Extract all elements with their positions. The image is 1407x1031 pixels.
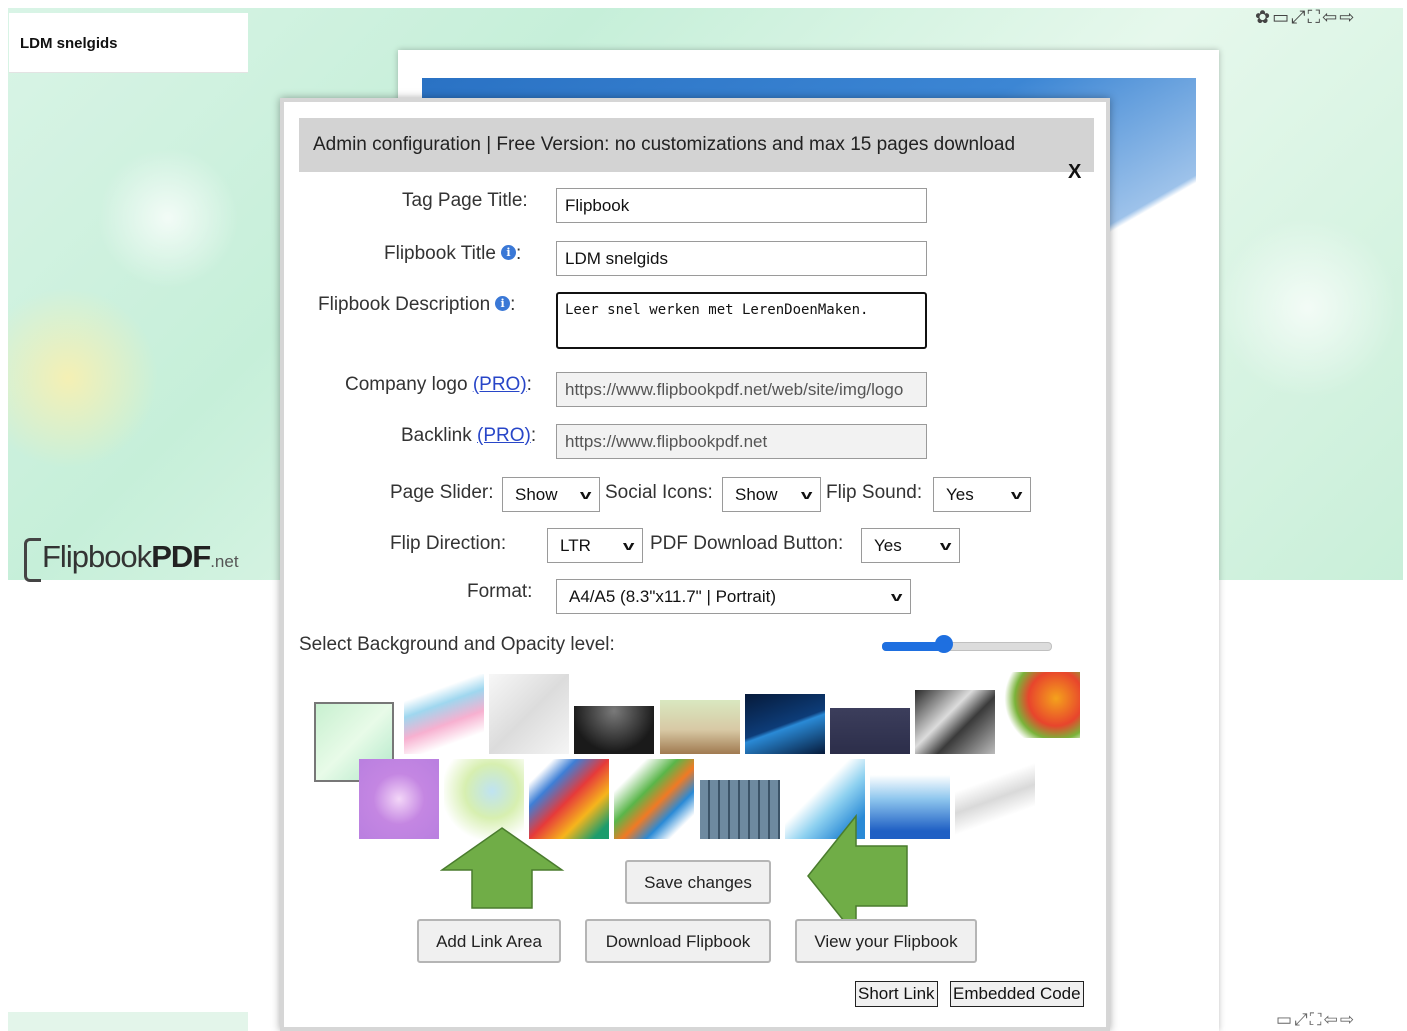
info-icon[interactable]: i: [495, 296, 511, 311]
flip-direction-value: LTR: [560, 536, 591, 555]
page-slider-value: Show: [515, 485, 558, 504]
chevron-down-icon: v: [939, 538, 952, 553]
social-icons-select[interactable]: Show v: [722, 477, 821, 512]
flip-sound-value: Yes: [946, 485, 974, 504]
background-thumbnail-mosaic-tiles[interactable]: [700, 780, 780, 839]
book-logo-icon: [24, 538, 41, 582]
tag-page-title-input[interactable]: [556, 188, 927, 223]
tag-page-title-label: Tag Page Title:: [402, 190, 528, 211]
chevron-down-icon: v: [890, 589, 903, 604]
toc-title: LDM snelgids: [20, 35, 118, 52]
pro-link[interactable]: (PRO): [477, 425, 531, 446]
page-slider-select[interactable]: Show v: [502, 477, 600, 512]
arrow-right-icon[interactable]: ⇨: [1339, 7, 1354, 27]
flipbook-description-textarea[interactable]: Leer snel werken met LerenDoenMaken.: [556, 292, 927, 349]
pdf-download-button-select[interactable]: Yes v: [861, 528, 960, 563]
flip-direction-select[interactable]: LTR v: [547, 528, 643, 563]
flipbook-description-label-text: Flipbook Description: [318, 294, 491, 315]
logo-text-suffix: .net: [210, 552, 239, 571]
background-thumbnail-grey-geometric[interactable]: [915, 690, 995, 754]
format-value: A4/A5 (8.3"x11.7" | Portrait): [569, 587, 777, 606]
background-thumbnail-wood-floor[interactable]: [660, 700, 740, 754]
viewer-bottom-strip: [8, 1012, 248, 1031]
expand-icon[interactable]: ⤢: [1291, 7, 1305, 27]
chevron-down-icon: v: [1010, 487, 1023, 502]
expand-icon[interactable]: ⤢: [1294, 1010, 1308, 1029]
viewer-top-toolbar: ✿ ▭ ⤢ ⛶ ⇦ ⇨: [1255, 7, 1356, 28]
pdf-icon[interactable]: ▭: [1276, 1010, 1292, 1029]
format-label: Format:: [467, 581, 533, 602]
arrow-right-icon[interactable]: ⇨: [1340, 1010, 1354, 1029]
flipbook-description-label: Flipbook Description i:: [318, 294, 516, 315]
opacity-slider[interactable]: [882, 635, 1052, 655]
toc-panel[interactable]: LDM snelgids: [9, 13, 248, 73]
background-thumbnail-purple-dots[interactable]: [359, 759, 439, 839]
logo-text-main: Flipbook: [42, 539, 152, 574]
backlink-label-text: Backlink: [401, 425, 472, 446]
logo-text: FlipbookPDF.net: [42, 539, 239, 575]
fullscreen-icon[interactable]: ⛶: [1310, 1010, 1322, 1029]
viewer-bottom-toolbar: ▭ ⤢ ⛶ ⇦ ⇨: [1276, 1010, 1356, 1030]
flip-sound-label: Flip Sound:: [826, 482, 923, 503]
flipbook-title-label: Flipbook Title i:: [384, 243, 522, 264]
viewer-blank-area: [1234, 580, 1404, 1031]
background-thumbnail-white-cubes[interactable]: [489, 674, 569, 754]
pdf-icon[interactable]: ▭: [1272, 7, 1289, 27]
chevron-down-icon: v: [579, 487, 592, 502]
background-thumbnail-bokeh[interactable]: [830, 708, 910, 754]
social-icons-label: Social Icons:: [605, 482, 713, 503]
pro-link[interactable]: (PRO): [473, 374, 527, 395]
flipbook-title-label-text: Flipbook Title: [384, 243, 496, 264]
pdf-download-button-label: PDF Download Button:: [650, 533, 844, 554]
embedded-code-button[interactable]: Embedded Code: [950, 981, 1084, 1007]
close-button[interactable]: X: [1068, 161, 1081, 184]
admin-config-modal: Admin configuration | Free Version: no c…: [280, 98, 1110, 1031]
add-link-area-button[interactable]: Add Link Area: [417, 919, 561, 963]
logo-text-bold: PDF: [151, 539, 211, 574]
arrow-up-icon: [440, 827, 565, 909]
background-thumbnail-blue-light[interactable]: [745, 694, 825, 754]
arrow-left-icon[interactable]: ⇦: [1324, 1010, 1338, 1029]
pdf-download-button-value: Yes: [874, 536, 902, 555]
company-logo-input[interactable]: [556, 372, 927, 407]
background-thumbnail-dark-stage[interactable]: [574, 706, 654, 754]
save-changes-button[interactable]: Save changes: [625, 860, 771, 904]
background-label: Select Background and Opacity level:: [299, 634, 615, 655]
fullscreen-icon[interactable]: ⛶: [1308, 7, 1321, 27]
gear-icon[interactable]: ✿: [1255, 7, 1270, 27]
chevron-down-icon: v: [622, 538, 635, 553]
format-select[interactable]: A4/A5 (8.3"x11.7" | Portrait) v: [556, 579, 911, 614]
backlink-input[interactable]: [556, 424, 927, 459]
social-icons-value: Show: [735, 485, 778, 504]
page-slider-label: Page Slider:: [390, 482, 494, 503]
opacity-slider-thumb[interactable]: [935, 635, 953, 653]
background-thumbnail-waves[interactable]: [404, 674, 484, 754]
background-thumbnail-colorful-mosaic[interactable]: [1000, 672, 1080, 738]
flipbook-title-input[interactable]: [556, 241, 927, 276]
flip-sound-select[interactable]: Yes v: [933, 477, 1031, 512]
backlink-label: Backlink (PRO):: [401, 425, 537, 446]
arrow-left-icon[interactable]: ⇦: [1322, 7, 1337, 27]
background-thumbnail-silver-swirl[interactable]: [955, 759, 1035, 839]
company-logo-label-text: Company logo: [345, 374, 468, 395]
download-flipbook-button[interactable]: Download Flipbook: [585, 919, 771, 963]
short-link-button[interactable]: Short Link: [855, 981, 938, 1007]
company-logo-label: Company logo (PRO):: [345, 374, 532, 395]
chevron-down-icon: v: [800, 487, 813, 502]
modal-header: Admin configuration | Free Version: no c…: [299, 118, 1094, 172]
view-flipbook-button[interactable]: View your Flipbook: [795, 919, 977, 963]
background-thumbnail-swoosh[interactable]: [614, 759, 694, 839]
info-icon[interactable]: i: [500, 245, 516, 260]
flip-direction-label: Flip Direction:: [390, 533, 507, 554]
